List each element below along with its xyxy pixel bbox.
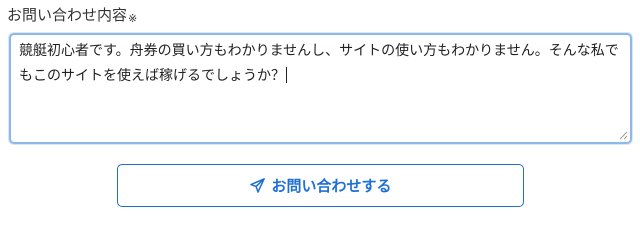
resize-handle-icon[interactable]	[619, 131, 628, 140]
inquiry-field-label: お問い合わせ内容※	[7, 4, 137, 30]
submit-inquiry-button[interactable]: お問い合わせする	[117, 164, 524, 207]
submit-button-label: お問い合わせする	[271, 177, 392, 195]
text-caret	[286, 67, 287, 83]
inquiry-textarea-value: 競艇初心者です。舟券の買い方もわかりませんし、サイトの使い方もわかりません。そん…	[19, 43, 619, 84]
inquiry-textarea[interactable]: 競艇初心者です。舟券の買い方もわかりませんし、サイトの使い方もわかりません。そん…	[9, 33, 632, 144]
paper-plane-icon	[249, 178, 265, 194]
inquiry-label-text: お問い合わせ内容	[7, 6, 128, 24]
required-mark: ※	[128, 12, 138, 25]
